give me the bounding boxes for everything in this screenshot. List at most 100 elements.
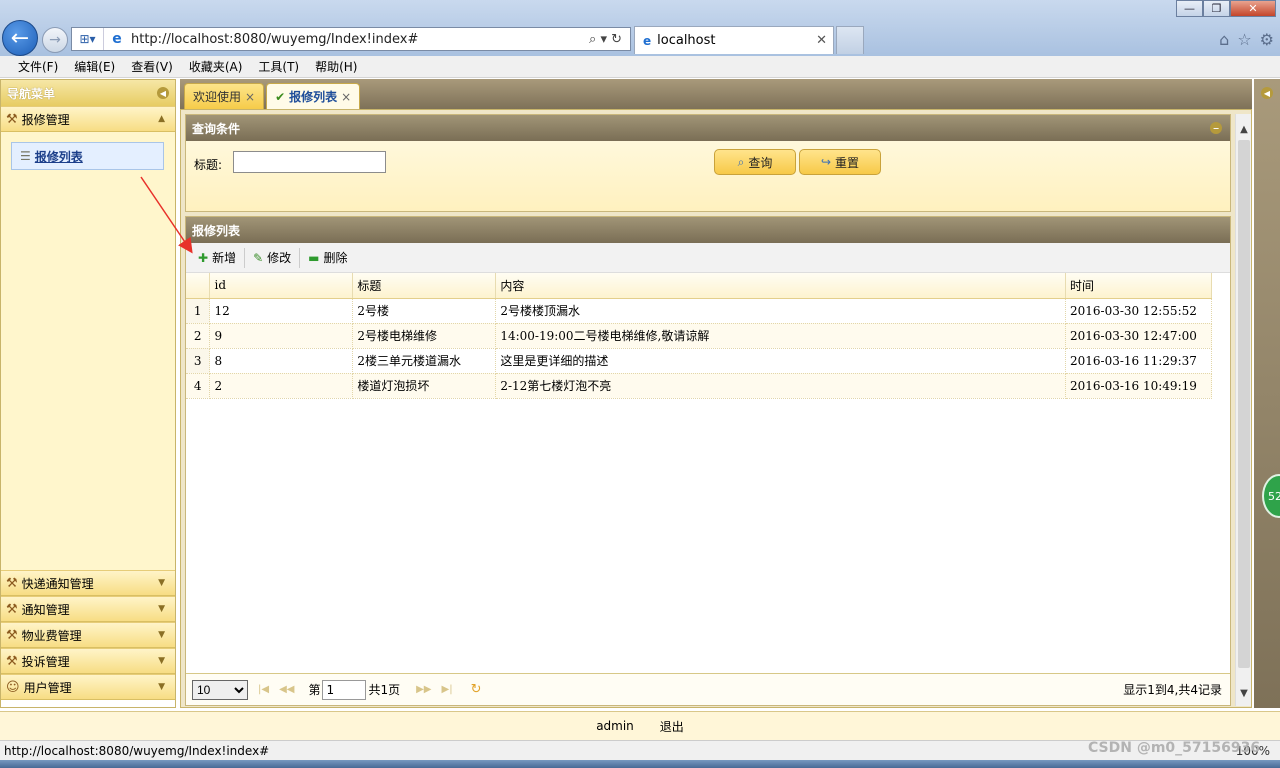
menu-tools[interactable]: 工具(T) (258, 58, 299, 75)
chevron-down-icon: ▼ (158, 604, 165, 614)
address-url[interactable]: http://localhost:8080/wuyemg/Index!index… (131, 32, 589, 47)
table-row[interactable]: 2 9 2号楼电梯维修 14:00-19:00二号楼电梯维修,敬请谅解 2016… (186, 323, 1213, 349)
row-number: 2 (186, 323, 211, 349)
scroll-up-icon[interactable]: ▲ (1236, 120, 1252, 138)
nav-section-express[interactable]: ⚒ 快递通知管理 ▼ (1, 570, 175, 596)
title-filter-input[interactable] (233, 151, 386, 173)
forward-button[interactable]: → (42, 27, 68, 53)
scroll-thumb[interactable] (1238, 140, 1250, 668)
refresh-icon[interactable]: ↻ (471, 682, 482, 697)
cell-time: 2016-03-16 10:49:19 (1065, 373, 1213, 399)
table-row[interactable]: 3 8 2楼三单元楼道漏水 这里是更详细的描述 2016-03-16 11:29… (186, 348, 1213, 374)
back-arrow-icon: ← (10, 25, 30, 51)
page-number-input[interactable]: 1 (322, 679, 367, 700)
menu-view[interactable]: 查看(V) (131, 58, 173, 75)
row-number: 4 (186, 373, 211, 399)
browser-tab-title: localhost (657, 33, 716, 48)
nav-item-label[interactable]: 报修列表 (35, 148, 83, 165)
settings-gear-icon[interactable]: ⚙ (1260, 30, 1274, 49)
nav-section-complaint[interactable]: ⚒ 投诉管理 ▼ (1, 648, 175, 674)
cell-content: 2号楼楼顶漏水 (495, 298, 1066, 324)
nav-section-label: 用户管理 (23, 680, 72, 695)
nav-title: 导航菜单 (7, 86, 56, 101)
menu-file[interactable]: 文件(F) (18, 58, 58, 75)
scroll-down-icon[interactable]: ▼ (1236, 684, 1252, 702)
nav-section-label: 快递通知管理 (21, 576, 94, 591)
pagination-bar: 10 |◀ ◀◀ 第 1 共1页 ▶▶ ▶| ↻ 显示1到4,共4记录 (186, 673, 1230, 705)
home-icon[interactable]: ⌂ (1219, 30, 1229, 49)
cell-id: 8 (209, 348, 354, 374)
tab-repair-list[interactable]: ✔ 报修列表 × (266, 83, 361, 109)
browser-tab[interactable]: e localhost ✕ (634, 26, 834, 54)
list-panel-title: 报修列表 (192, 223, 241, 238)
close-window-icon[interactable]: ✕ (1230, 0, 1276, 17)
list-icon: ☰ (20, 149, 31, 163)
collapse-panel-icon[interactable]: − (1210, 122, 1222, 134)
nav-section-body: ☰ 报修列表 (1, 132, 175, 570)
last-page-icon[interactable]: ▶| (442, 684, 453, 695)
query-panel-header: 查询条件 − (186, 115, 1230, 141)
reset-button[interactable]: ↪ 重置 (799, 149, 881, 175)
wrench-icon: ⚒ (6, 601, 18, 617)
app-layout: 导航菜单 ◀ ⚒ 报修管理 ▲ ☰ 报修列表 ⚒ 快递通知管理 ▼ ⚒ 通知管理… (0, 79, 1280, 740)
page-prefix: 第 (308, 683, 321, 697)
column-header-id[interactable]: id (209, 273, 354, 299)
collapse-left-icon[interactable]: ◀ (157, 87, 169, 99)
wrench-icon: ⚒ (6, 111, 18, 127)
vertical-scrollbar[interactable]: ▲ ▼ (1235, 114, 1251, 706)
nav-section-users[interactable]: ☺ 用户管理 ▼ (1, 674, 175, 700)
column-header-time[interactable]: 时间 (1065, 273, 1213, 299)
wrench-icon: ⚒ (6, 653, 18, 669)
next-page-icon[interactable]: ▶▶ (416, 684, 431, 695)
add-button[interactable]: ✚ 新增 (192, 246, 242, 270)
close-tab-icon[interactable]: ✕ (816, 33, 827, 48)
delete-button[interactable]: ▬ 删除 (302, 246, 353, 270)
repair-table: id 标题 内容 时间 1 12 2号楼 2号楼楼顶漏水 2016-03-30 (186, 273, 1213, 399)
nav-section-label: 报修管理 (21, 112, 70, 127)
nav-section-notice[interactable]: ⚒ 通知管理 ▼ (1, 596, 175, 622)
cell-time: 2016-03-16 11:29:37 (1065, 348, 1213, 374)
cell-title: 2号楼 (352, 298, 497, 324)
restore-icon[interactable]: ❐ (1203, 0, 1230, 17)
column-header-title[interactable]: 标题 (352, 273, 497, 299)
back-button[interactable]: ← (2, 20, 38, 56)
tab-label: 欢迎使用 (193, 90, 242, 104)
expand-right-icon[interactable]: ◀ (1261, 87, 1273, 99)
nav-section-fee[interactable]: ⚒ 物业费管理 ▼ (1, 622, 175, 648)
check-icon: ✔ (275, 89, 286, 104)
nav-item-repair-list[interactable]: ☰ 报修列表 (11, 142, 164, 170)
list-toolbar: ✚ 新增 ✎ 修改 ▬ 删除 (186, 243, 1230, 273)
chevron-up-icon: ▲ (158, 114, 165, 124)
main-area: 欢迎使用 × ✔ 报修列表 × 查询条件 − 标题: ⌕ 查询 ↪ 重置 报修列… (180, 79, 1252, 708)
search-refresh-icons[interactable]: ⌕ ▾ ↻ (589, 32, 622, 47)
menu-help[interactable]: 帮助(H) (315, 58, 357, 75)
row-number-header (186, 273, 211, 299)
logout-link[interactable]: 退出 (660, 718, 684, 735)
minimize-icon[interactable]: — (1176, 0, 1203, 17)
chevron-down-icon: ▼ (158, 630, 165, 640)
table-row[interactable]: 1 12 2号楼 2号楼楼顶漏水 2016-03-30 12:55:52 (186, 298, 1213, 324)
new-tab-button[interactable] (836, 26, 864, 54)
page-size-select[interactable]: 10 (192, 679, 248, 700)
close-tab-icon[interactable]: × (245, 90, 255, 104)
search-button[interactable]: ⌕ 查询 (714, 149, 796, 175)
compat-view-icon[interactable]: ⊞▾ (72, 28, 104, 50)
tab-welcome[interactable]: 欢迎使用 × (184, 83, 265, 109)
column-header-content[interactable]: 内容 (495, 273, 1066, 299)
browser-menubar: 文件(F) 编辑(E) 查看(V) 收藏夹(A) 工具(T) 帮助(H) (0, 56, 1280, 78)
address-bar[interactable]: ⊞▾ e http://localhost:8080/wuyemg/Index!… (71, 27, 631, 51)
close-tab-icon[interactable]: × (341, 90, 351, 104)
first-page-icon[interactable]: |◀ (258, 684, 269, 695)
edit-button[interactable]: ✎ 修改 (247, 246, 297, 270)
cell-title: 楼道灯泡损坏 (352, 373, 497, 399)
prev-page-icon[interactable]: ◀◀ (279, 684, 294, 695)
nav-section-repair[interactable]: ⚒ 报修管理 ▲ (1, 106, 175, 132)
menu-favorites[interactable]: 收藏夹(A) (189, 58, 243, 75)
table-row[interactable]: 4 2 楼道灯泡损坏 2-12第七楼灯泡不亮 2016-03-16 10:49:… (186, 373, 1213, 399)
favorites-star-icon[interactable]: ☆ (1237, 30, 1251, 49)
plus-icon: ✚ (198, 250, 209, 265)
menu-edit[interactable]: 编辑(E) (74, 58, 115, 75)
list-panel: 报修列表 ✚ 新增 ✎ 修改 ▬ 删除 id 标题 内容 时间 1 12 2号楼… (185, 216, 1231, 706)
pencil-icon: ✎ (253, 250, 264, 265)
watermark: CSDN @m0_57156936 (1088, 740, 1261, 756)
